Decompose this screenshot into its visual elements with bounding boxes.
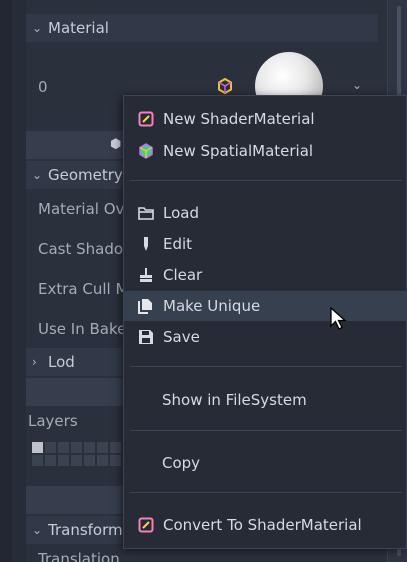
folder-icon bbox=[136, 205, 156, 221]
broom-icon bbox=[136, 267, 156, 283]
chevron-down-icon: ⌄ bbox=[32, 168, 43, 182]
menu-item-load[interactable]: Load bbox=[124, 198, 407, 228]
menu-item-new-spatial-material[interactable]: New SpatialMaterial bbox=[124, 136, 407, 166]
layer-cell[interactable] bbox=[58, 455, 69, 466]
layers-grid[interactable] bbox=[32, 442, 128, 482]
layer-cell[interactable] bbox=[45, 455, 56, 466]
section-title: Geometry bbox=[48, 166, 123, 184]
layer-cell[interactable] bbox=[32, 455, 43, 466]
menu-item-label: Load bbox=[163, 204, 199, 222]
menu-item-label: Make Unique bbox=[163, 297, 261, 315]
menu-item-edit[interactable]: Edit bbox=[124, 229, 407, 259]
property-cast-shadow: Cast Shadow bbox=[38, 240, 136, 258]
layer-cell[interactable] bbox=[32, 442, 43, 453]
chevron-right-icon: › bbox=[32, 355, 37, 369]
menu-item-label: Show in FileSystem bbox=[162, 391, 307, 409]
layer-cell[interactable] bbox=[71, 442, 82, 453]
material-slot-label: 0 bbox=[38, 78, 48, 96]
menu-separator bbox=[130, 180, 402, 181]
layer-cell[interactable] bbox=[84, 442, 95, 453]
menu-item-clear[interactable]: Clear bbox=[124, 260, 407, 290]
layer-cell[interactable] bbox=[97, 455, 108, 466]
edit-icon bbox=[136, 236, 156, 252]
menu-separator bbox=[130, 430, 402, 431]
chevron-down-icon[interactable]: ⌄ bbox=[352, 78, 362, 92]
layer-cell[interactable] bbox=[97, 442, 108, 453]
spatial-material-icon bbox=[136, 143, 156, 159]
menu-item-show-in-filesystem[interactable]: Show in FileSystem bbox=[124, 385, 407, 415]
chevron-down-icon: ⌄ bbox=[32, 21, 43, 35]
menu-separator bbox=[130, 492, 402, 493]
left-gutter bbox=[0, 0, 12, 562]
menu-item-label: Clear bbox=[163, 266, 203, 284]
mouse-pointer-icon bbox=[330, 306, 348, 335]
resource-context-menu: New ShaderMaterial New SpatialMaterial L… bbox=[123, 95, 407, 549]
section-title: Transform bbox=[48, 521, 123, 539]
section-title: Lod bbox=[48, 353, 75, 371]
menu-item-label: Convert To ShaderMaterial bbox=[163, 516, 362, 534]
layer-cell[interactable] bbox=[110, 442, 121, 453]
menu-item-label: New ShaderMaterial bbox=[163, 110, 315, 128]
save-icon bbox=[136, 329, 156, 345]
menu-item-label: Save bbox=[163, 328, 200, 346]
duplicate-icon bbox=[136, 298, 156, 314]
property-translation: Translation bbox=[38, 550, 120, 562]
layer-cell[interactable] bbox=[110, 455, 121, 466]
menu-item-save[interactable]: Save bbox=[124, 322, 407, 352]
layer-cell[interactable] bbox=[71, 455, 82, 466]
menu-item-copy[interactable]: Copy bbox=[124, 448, 407, 478]
layer-cell[interactable] bbox=[84, 455, 95, 466]
layers-label: Layers bbox=[28, 412, 78, 430]
menu-item-label: New SpatialMaterial bbox=[163, 142, 314, 160]
menu-separator bbox=[130, 366, 402, 367]
chevron-down-icon: ⌄ bbox=[32, 523, 43, 537]
layer-cell[interactable] bbox=[58, 442, 69, 453]
material-section-header[interactable]: ⌄ Material bbox=[26, 14, 378, 42]
menu-item-new-shader-material[interactable]: New ShaderMaterial bbox=[124, 104, 407, 134]
shader-material-icon bbox=[136, 111, 156, 127]
menu-item-label: Copy bbox=[162, 454, 201, 472]
resource-icon: ⬢ bbox=[110, 137, 122, 152]
shader-material-icon bbox=[136, 517, 156, 533]
left-indent bbox=[12, 0, 26, 562]
menu-item-label: Edit bbox=[163, 235, 193, 253]
menu-item-convert-to-shader-material[interactable]: Convert To ShaderMaterial bbox=[124, 510, 407, 540]
layer-cell[interactable] bbox=[45, 442, 56, 453]
menu-item-make-unique[interactable]: Make Unique bbox=[124, 291, 407, 321]
section-title: Material bbox=[48, 19, 109, 37]
